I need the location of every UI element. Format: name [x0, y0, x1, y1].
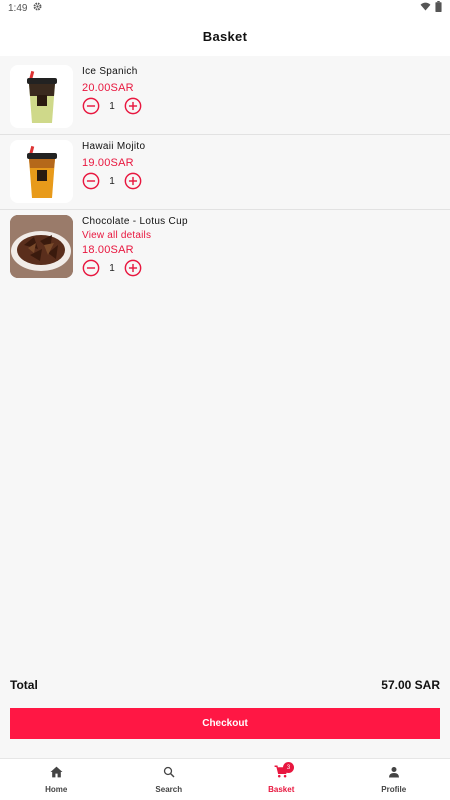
- nav-search-label: Search: [155, 785, 183, 794]
- person-icon: [388, 765, 400, 783]
- view-details-link[interactable]: View all details: [82, 230, 188, 241]
- product-name: Hawaii Mojito: [82, 141, 146, 152]
- basket-item: Hawaii Mojito 19.00SAR 1: [0, 135, 450, 210]
- search-icon: [163, 765, 175, 783]
- status-time: 1:49: [8, 2, 28, 14]
- home-icon: [50, 765, 63, 783]
- nav-profile-label: Profile: [381, 785, 407, 794]
- product-image: [10, 65, 73, 128]
- plus-circle-icon[interactable]: [124, 97, 142, 115]
- nav-home-label: Home: [45, 785, 68, 794]
- page-title: Basket: [202, 28, 248, 44]
- wifi-icon: [420, 2, 431, 14]
- app-bar: Basket: [0, 16, 450, 56]
- basket-item: Ice Spanich 20.00SAR 1: [0, 60, 450, 135]
- total-value: 57.00 SAR: [381, 678, 440, 692]
- plus-circle-icon[interactable]: [124, 172, 142, 190]
- nav-basket-label: Basket: [268, 785, 295, 794]
- product-price: 19.00SAR: [82, 157, 134, 169]
- minus-circle-icon[interactable]: [82, 172, 100, 190]
- nav-home[interactable]: Home: [0, 759, 113, 800]
- quantity-stepper: 1: [82, 97, 142, 115]
- minus-circle-icon[interactable]: [82, 97, 100, 115]
- settings-icon: [33, 2, 42, 14]
- basket-list: Ice Spanich 20.00SAR 1 Hawaii Mojito 19.…: [0, 60, 450, 298]
- bottom-nav: Home Search 3 Basket Profile: [0, 758, 450, 800]
- status-bar: 1:49: [0, 0, 450, 16]
- cart-count-badge: 3: [283, 762, 294, 773]
- total-label: Total: [10, 678, 38, 692]
- basket-item: Chocolate - Lotus Cup View all details 1…: [0, 210, 450, 298]
- product-image: [10, 215, 73, 278]
- battery-icon: [435, 1, 442, 15]
- nav-profile[interactable]: Profile: [338, 759, 450, 800]
- product-price: 18.00SAR: [82, 244, 134, 256]
- minus-circle-icon[interactable]: [82, 259, 100, 277]
- total-row: Total 57.00 SAR: [10, 678, 440, 692]
- quantity-stepper: 1: [82, 259, 188, 277]
- product-price: 20.00SAR: [82, 82, 134, 94]
- product-name: Ice Spanich: [82, 66, 138, 77]
- quantity-value: 1: [109, 175, 115, 187]
- product-image: [10, 140, 73, 203]
- plus-circle-icon[interactable]: [124, 259, 142, 277]
- quantity-value: 1: [109, 262, 115, 274]
- nav-basket[interactable]: 3 Basket: [225, 759, 338, 800]
- checkout-button[interactable]: Checkout: [10, 708, 440, 739]
- quantity-stepper: 1: [82, 172, 145, 190]
- product-name: Chocolate - Lotus Cup: [82, 216, 188, 227]
- quantity-value: 1: [109, 100, 115, 112]
- nav-search[interactable]: Search: [113, 759, 226, 800]
